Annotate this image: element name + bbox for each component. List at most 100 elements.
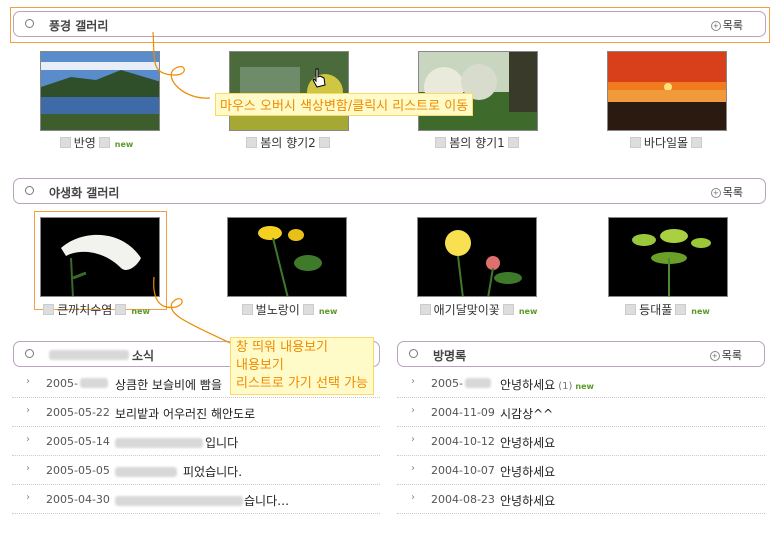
- news-date: 2005-05-05: [46, 464, 110, 477]
- annotation-popup-line1: 창 띄워 내용보기: [236, 340, 328, 355]
- news-text: 피었습니다.: [115, 463, 242, 480]
- guestbook-date: 2005-: [431, 377, 491, 390]
- guestbook-row[interactable]: › 2004-10-12 안녕하세요: [397, 427, 765, 456]
- news-date: 2005-05-14: [46, 435, 110, 448]
- thumb-sea-sunset[interactable]: [607, 51, 727, 131]
- date-text: 2005-: [46, 377, 78, 390]
- caption-box-icon: [241, 304, 253, 315]
- caption-box-icon: [115, 304, 127, 315]
- loosestrife-photo: [41, 218, 159, 296]
- plus-icon: +: [710, 21, 721, 31]
- caption-box-icon: [502, 304, 514, 315]
- chevron-right-icon: ›: [411, 376, 415, 387]
- gallery2-header: 야생화 갤러리 + 목록: [13, 178, 766, 204]
- caption-spring-scent-2[interactable]: 봄의 향기2: [193, 134, 383, 151]
- chevron-right-icon: ›: [411, 434, 415, 445]
- thumb-spring-scent-1[interactable]: [418, 51, 538, 131]
- plus-icon: +: [709, 351, 720, 361]
- caption-box-icon: [675, 304, 687, 315]
- thumb-evening-primrose[interactable]: [417, 217, 537, 297]
- annotation-hover-note: 마우스 오버시 색상변함/클릭시 리스트로 이동: [215, 93, 474, 116]
- chevron-right-icon: ›: [26, 434, 30, 445]
- caption-box-icon: [419, 304, 431, 315]
- caption-box-icon: [43, 304, 55, 315]
- primrose-photo: [418, 218, 536, 296]
- gallery1-more-link[interactable]: + 목록: [710, 17, 743, 33]
- news-text-visible: 입니다: [205, 436, 239, 450]
- gallery1-title: 풍경 갤러리: [49, 19, 109, 33]
- news-text: 입니다: [115, 434, 238, 451]
- guestbook-row[interactable]: › 2004-10-07 안녕하세요: [397, 456, 765, 485]
- thumb-spring-scent-2[interactable]: [229, 51, 349, 131]
- guestbook-date: 2004-11-09: [431, 406, 495, 419]
- thumb-reflection[interactable]: [40, 51, 160, 131]
- caption-spring-scent-1[interactable]: 봄의 향기1: [382, 134, 572, 151]
- guestbook-row[interactable]: › 2004-08-23 안녕하세요: [397, 485, 765, 514]
- news-row[interactable]: › 2005-05-22 보리밭과 어우러진 해안도로: [12, 398, 380, 427]
- guestbook-date: 2004-08-23: [431, 493, 495, 506]
- annotation-popup-line2: 내용보기: [236, 358, 284, 373]
- news-text-visible: 피었습니다.: [183, 465, 243, 479]
- guestbook-more-link[interactable]: + 목록: [709, 347, 742, 363]
- blurred-text: [464, 378, 491, 388]
- thumb-big-loosestrife[interactable]: [40, 217, 160, 297]
- date-text: 2005-: [431, 377, 463, 390]
- chevron-right-icon: ›: [26, 376, 30, 387]
- gallery1-header: 풍경 갤러리 + 목록: [13, 11, 766, 37]
- news-row[interactable]: › 2005-05-05 피었습니다.: [12, 456, 380, 485]
- plus-icon: +: [710, 188, 721, 198]
- caption-sea-sunset[interactable]: 바다일몰: [571, 134, 761, 151]
- blurred-text: [115, 467, 177, 477]
- guestbook-text: 안녕하세요: [500, 436, 556, 450]
- chevron-right-icon: ›: [26, 405, 30, 416]
- thumb-sun-spurge[interactable]: [608, 217, 728, 297]
- caption-sun-spurge[interactable]: 등대풀 new: [571, 301, 761, 318]
- guestbook-text: 안녕하세요: [500, 494, 556, 508]
- guestbook-text: 시감상^^: [500, 407, 554, 421]
- caption-text: 봄의 향기2: [260, 136, 316, 150]
- blurred-text: [115, 438, 203, 448]
- guestbook-row[interactable]: › 2004-11-09 시감상^^: [397, 398, 765, 427]
- new-badge: new: [575, 382, 594, 391]
- guestbook-date: 2004-10-12: [431, 435, 495, 448]
- caption-text: 큰까치수염: [57, 303, 113, 317]
- guestbook-text: 안녕하세요 (1) new: [500, 376, 594, 393]
- news-title-blur: [49, 350, 129, 360]
- news-row[interactable]: › 2005-04-30 습니다…: [12, 485, 380, 514]
- spring-photo-1: [419, 52, 537, 130]
- guestbook-text-visible: 안녕하세요: [500, 378, 556, 392]
- caption-box-icon: [691, 137, 703, 148]
- caption-box-icon: [629, 137, 641, 148]
- guestbook-row[interactable]: › 2005- 안녕하세요 (1) new: [397, 369, 765, 398]
- caption-box-icon: [435, 137, 447, 148]
- news-row[interactable]: › 2005-05-14 입니다: [12, 427, 380, 456]
- hand-cursor-icon: [312, 68, 326, 88]
- caption-text: 애기달맞이꽃: [433, 303, 500, 317]
- reply-count: (1): [558, 381, 573, 392]
- annotation-popup-note: 창 띄워 내용보기 내용보기 리스트로 가기 선택 가능: [230, 337, 374, 395]
- caption-text: 벌노랑이: [255, 303, 300, 317]
- thumb-birdsfoot-trefoil[interactable]: [227, 217, 347, 297]
- news-date: 2005-05-22: [46, 406, 110, 419]
- bullet-circle-icon: [25, 349, 34, 358]
- new-badge: new: [318, 307, 338, 316]
- caption-box-icon: [302, 304, 314, 315]
- gallery2-more-link[interactable]: + 목록: [710, 184, 743, 200]
- chevron-right-icon: ›: [26, 492, 30, 503]
- new-badge: new: [114, 140, 134, 149]
- news-text: 보리밭과 어우러진 해안도로: [115, 407, 256, 421]
- news-date: 2005-04-30: [46, 493, 110, 506]
- spring-photo-2: [230, 52, 348, 130]
- caption-text: 등대풀: [639, 303, 673, 317]
- guestbook-title: 방명록: [433, 349, 467, 363]
- annotation-curve-hover: [152, 31, 211, 99]
- caption-reflection[interactable]: 반영 new: [0, 134, 190, 151]
- bullet-circle-icon: [409, 349, 418, 358]
- caption-text: 봄의 향기1: [449, 136, 505, 150]
- new-badge: new: [518, 307, 538, 316]
- trefoil-photo: [228, 218, 346, 296]
- caption-evening-primrose[interactable]: 애기달맞이꽃 new: [382, 301, 572, 318]
- chevron-right-icon: ›: [411, 405, 415, 416]
- caption-text: 반영: [73, 136, 96, 150]
- chevron-right-icon: ›: [411, 492, 415, 503]
